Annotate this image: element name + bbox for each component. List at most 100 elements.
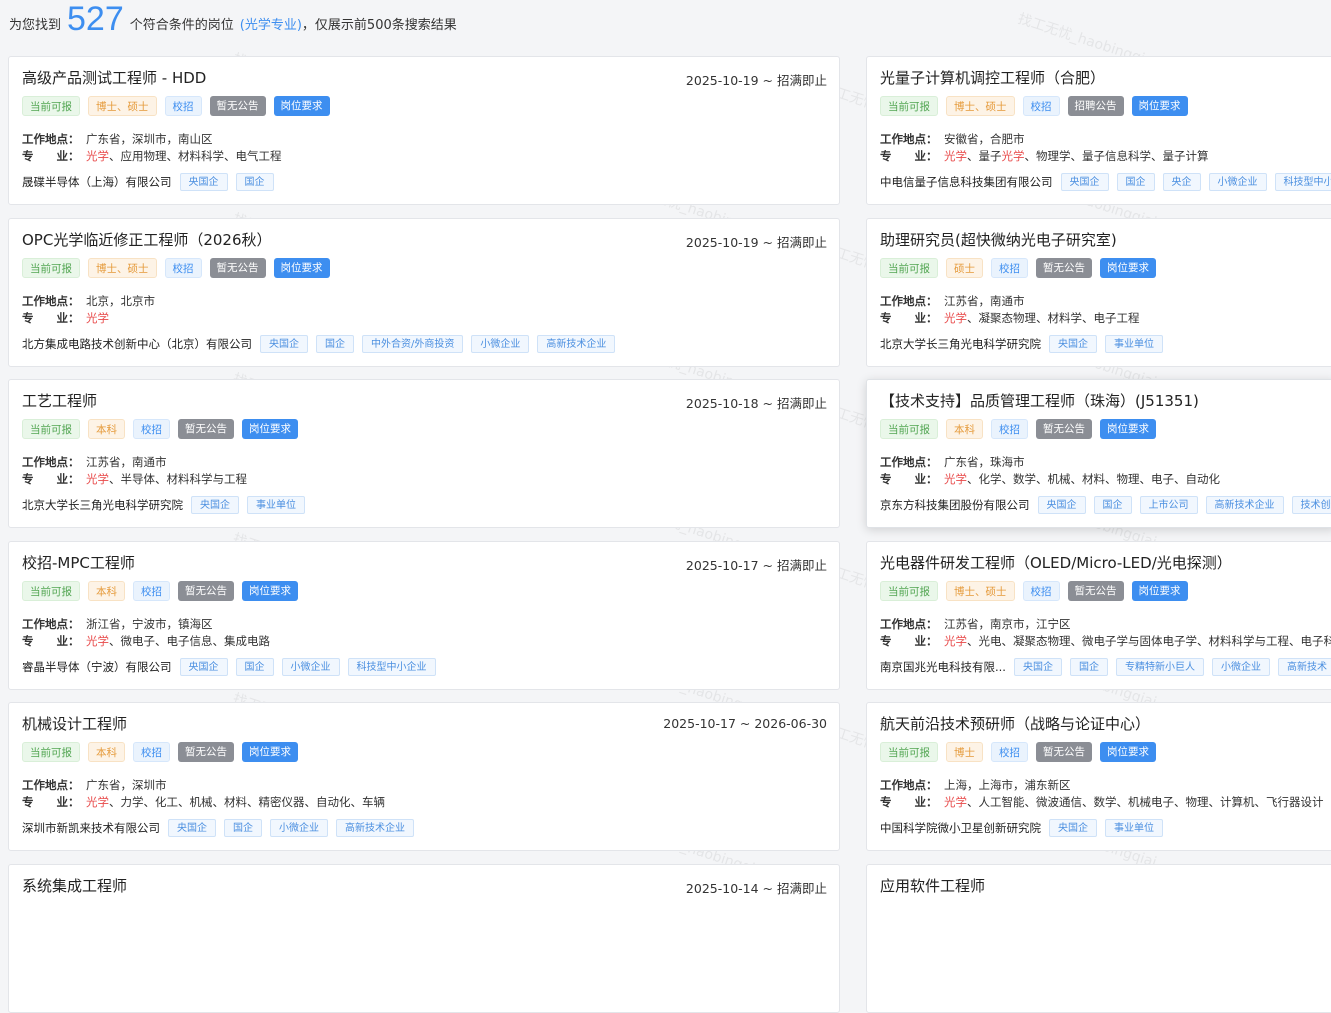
job-title[interactable]: 光量子计算机调控工程师（合肥） bbox=[880, 67, 1105, 88]
major-text: 、力学、化工、机械、材料、精密仪器、自动化、车辆 bbox=[109, 795, 385, 809]
job-card[interactable]: OPC光学临近修正工程师（2026秋）2025-10-19 ~ 招满即止当前可报… bbox=[8, 218, 840, 367]
job-location: 工作地点：江苏省，南通市 bbox=[22, 454, 167, 470]
results-summary: 为您找到 527 个符合条件的岗位 (光学专业) ，仅展示前500条搜索结果 bbox=[9, 0, 457, 46]
status-tag: 当前可报 bbox=[880, 96, 938, 116]
degree-tag: 博士、硕士 bbox=[946, 581, 1015, 601]
job-card[interactable]: 系统集成工程师2025-10-14 ~ 招满即止 bbox=[8, 864, 840, 1013]
job-tags: 当前可报博士、硕士校招招聘公告岗位要求 bbox=[880, 96, 1188, 116]
company-type-tag: 央企 bbox=[1163, 173, 1201, 191]
recruit-type-tag: 校招 bbox=[991, 258, 1028, 278]
requirements-button[interactable]: 岗位要求 bbox=[1132, 96, 1188, 116]
job-title[interactable]: OPC光学临近修正工程师（2026秋） bbox=[22, 229, 272, 250]
job-card[interactable]: 航天前沿技术预研师（战略与论证中心）当前可报博士校招暂无公告岗位要求工作地点：上… bbox=[866, 702, 1331, 851]
company-name[interactable]: 深圳市新凯来技术有限公司 bbox=[22, 820, 160, 836]
company-name[interactable]: 睿晶半导体（宁波）有限公司 bbox=[22, 659, 172, 675]
recruit-type-tag: 校招 bbox=[165, 258, 202, 278]
job-major: 专 业：光学、半导体、材料科学与工程 bbox=[22, 471, 247, 487]
job-title[interactable]: 工艺工程师 bbox=[22, 390, 97, 411]
company-name[interactable]: 北方集成电路技术创新中心（北京）有限公司 bbox=[22, 336, 252, 352]
location-label: 工作地点： bbox=[880, 454, 944, 470]
job-card[interactable]: 机械设计工程师2025-10-17 ~ 2026-06-30当前可报本科校招暂无… bbox=[8, 702, 840, 851]
company-row: 北京大学长三角光电科学研究院央国企事业单位 bbox=[880, 335, 1163, 353]
degree-tag: 本科 bbox=[946, 419, 983, 439]
job-card[interactable]: 校招-MPC工程师2025-10-17 ~ 招满即止当前可报本科校招暂无公告岗位… bbox=[8, 541, 840, 690]
requirements-button[interactable]: 岗位要求 bbox=[242, 581, 298, 601]
job-tags: 当前可报本科校招暂无公告岗位要求 bbox=[22, 419, 298, 439]
location-value: 广东省，深圳市 bbox=[86, 778, 167, 792]
announcement-button[interactable]: 暂无公告 bbox=[178, 419, 234, 439]
requirements-button[interactable]: 岗位要求 bbox=[242, 419, 298, 439]
job-title[interactable]: 【技术支持】品质管理工程师（珠海）(J51351) bbox=[880, 390, 1199, 411]
location-value: 广东省，深圳市，南山区 bbox=[86, 132, 213, 146]
job-title[interactable]: 光电器件研发工程师（OLED/Micro-LED/光电探测） bbox=[880, 552, 1232, 573]
requirements-button[interactable]: 岗位要求 bbox=[274, 96, 330, 116]
announcement-button[interactable]: 暂无公告 bbox=[1036, 742, 1092, 762]
announcement-button[interactable]: 暂无公告 bbox=[1036, 258, 1092, 278]
announcement-button[interactable]: 暂无公告 bbox=[210, 96, 266, 116]
major-label: 专 业： bbox=[22, 148, 86, 164]
status-tag: 当前可报 bbox=[22, 581, 80, 601]
job-location: 工作地点：安徽省，合肥市 bbox=[880, 131, 1025, 147]
announcement-button[interactable]: 暂无公告 bbox=[210, 258, 266, 278]
announcement-button[interactable]: 暂无公告 bbox=[178, 742, 234, 762]
degree-tag: 博士、硕士 bbox=[88, 96, 157, 116]
major-label: 专 业： bbox=[22, 310, 86, 326]
company-name[interactable]: 京东方科技集团股份有限公司 bbox=[880, 497, 1030, 513]
job-card[interactable]: 助理研究员(超快微纳光电子研究室)当前可报硕士校招暂无公告岗位要求工作地点：江苏… bbox=[866, 218, 1331, 367]
company-type-tag: 央国企 bbox=[168, 819, 216, 837]
degree-tag: 本科 bbox=[88, 742, 125, 762]
recruit-type-tag: 校招 bbox=[133, 742, 170, 762]
location-value: 安徽省，合肥市 bbox=[944, 132, 1025, 146]
job-location: 工作地点：浙江省，宁波市，镇海区 bbox=[22, 616, 213, 632]
company-row: 南京国兆光电科技有限...央国企国企专精特新小巨人小微企业高新技术 bbox=[880, 658, 1331, 676]
major-highlight: 光学 bbox=[1002, 149, 1025, 163]
job-card[interactable]: 应用软件工程师 bbox=[866, 864, 1331, 1013]
location-value: 北京，北京市 bbox=[86, 294, 155, 308]
requirements-button[interactable]: 岗位要求 bbox=[1100, 419, 1156, 439]
job-title[interactable]: 校招-MPC工程师 bbox=[22, 552, 135, 573]
job-title[interactable]: 应用软件工程师 bbox=[880, 875, 985, 896]
job-card[interactable]: 光量子计算机调控工程师（合肥） 当前可报博士、硕士校招招聘公告岗位要求工作地点：安… bbox=[866, 56, 1331, 205]
company-name[interactable]: 北京大学长三角光电科学研究院 bbox=[22, 497, 183, 513]
degree-tag: 本科 bbox=[88, 419, 125, 439]
job-card[interactable]: 【技术支持】品质管理工程师（珠海）(J51351)当前可报本科校招暂无公告岗位要… bbox=[866, 379, 1331, 528]
company-type-tag: 央国企 bbox=[1014, 658, 1062, 676]
job-card[interactable]: 高级产品测试工程师 - HDD2025-10-19 ~ 招满即止当前可报博士、硕… bbox=[8, 56, 840, 205]
announcement-button[interactable]: 暂无公告 bbox=[1036, 419, 1092, 439]
company-name[interactable]: 中国科学院微小卫星创新研究院 bbox=[880, 820, 1041, 836]
company-row: 北京大学长三角光电科学研究院央国企事业单位 bbox=[22, 496, 305, 514]
company-name[interactable]: 晟碟半导体（上海）有限公司 bbox=[22, 174, 172, 190]
announcement-button[interactable]: 暂无公告 bbox=[178, 581, 234, 601]
announcement-button[interactable]: 招聘公告 bbox=[1068, 96, 1124, 116]
requirements-button[interactable]: 岗位要求 bbox=[1100, 258, 1156, 278]
status-tag: 当前可报 bbox=[880, 581, 938, 601]
company-type-tag: 小微企业 bbox=[471, 335, 529, 353]
job-title[interactable]: 机械设计工程师 bbox=[22, 713, 127, 734]
job-title[interactable]: 助理研究员(超快微纳光电子研究室) bbox=[880, 229, 1117, 250]
requirements-button[interactable]: 岗位要求 bbox=[274, 258, 330, 278]
job-card[interactable]: 工艺工程师2025-10-18 ~ 招满即止当前可报本科校招暂无公告岗位要求工作… bbox=[8, 379, 840, 528]
requirements-button[interactable]: 岗位要求 bbox=[1132, 581, 1188, 601]
company-name[interactable]: 南京国兆光电科技有限... bbox=[880, 659, 1006, 675]
status-tag: 当前可报 bbox=[22, 419, 80, 439]
major-highlight: 光学 bbox=[86, 149, 109, 163]
job-title[interactable]: 航天前沿技术预研师（战略与论证中心） bbox=[880, 713, 1150, 734]
requirements-button[interactable]: 岗位要求 bbox=[242, 742, 298, 762]
company-type-tag: 科技型中小企业 bbox=[1275, 173, 1331, 191]
location-label: 工作地点： bbox=[880, 616, 944, 632]
company-name[interactable]: 中电信量子信息科技集团有限公司 bbox=[880, 174, 1053, 190]
company-type-tag: 央国企 bbox=[260, 335, 308, 353]
job-card[interactable]: 光电器件研发工程师（OLED/Micro-LED/光电探测）当前可报博士、硕士校… bbox=[866, 541, 1331, 690]
job-location: 工作地点：北京，北京市 bbox=[22, 293, 155, 309]
summary-major[interactable]: (光学专业) bbox=[240, 14, 302, 33]
job-title[interactable]: 高级产品测试工程师 - HDD bbox=[22, 67, 206, 88]
company-type-tag: 央国企 bbox=[180, 658, 228, 676]
requirements-button[interactable]: 岗位要求 bbox=[1100, 742, 1156, 762]
company-name[interactable]: 北京大学长三角光电科学研究院 bbox=[880, 336, 1041, 352]
location-value: 江苏省，南京市，江宁区 bbox=[944, 617, 1071, 631]
recruit-type-tag: 校招 bbox=[991, 742, 1028, 762]
job-title[interactable]: 系统集成工程师 bbox=[22, 875, 127, 896]
major-highlight: 光学 bbox=[86, 634, 109, 648]
announcement-button[interactable]: 暂无公告 bbox=[1068, 581, 1124, 601]
company-type-tag: 国企 bbox=[1117, 173, 1155, 191]
